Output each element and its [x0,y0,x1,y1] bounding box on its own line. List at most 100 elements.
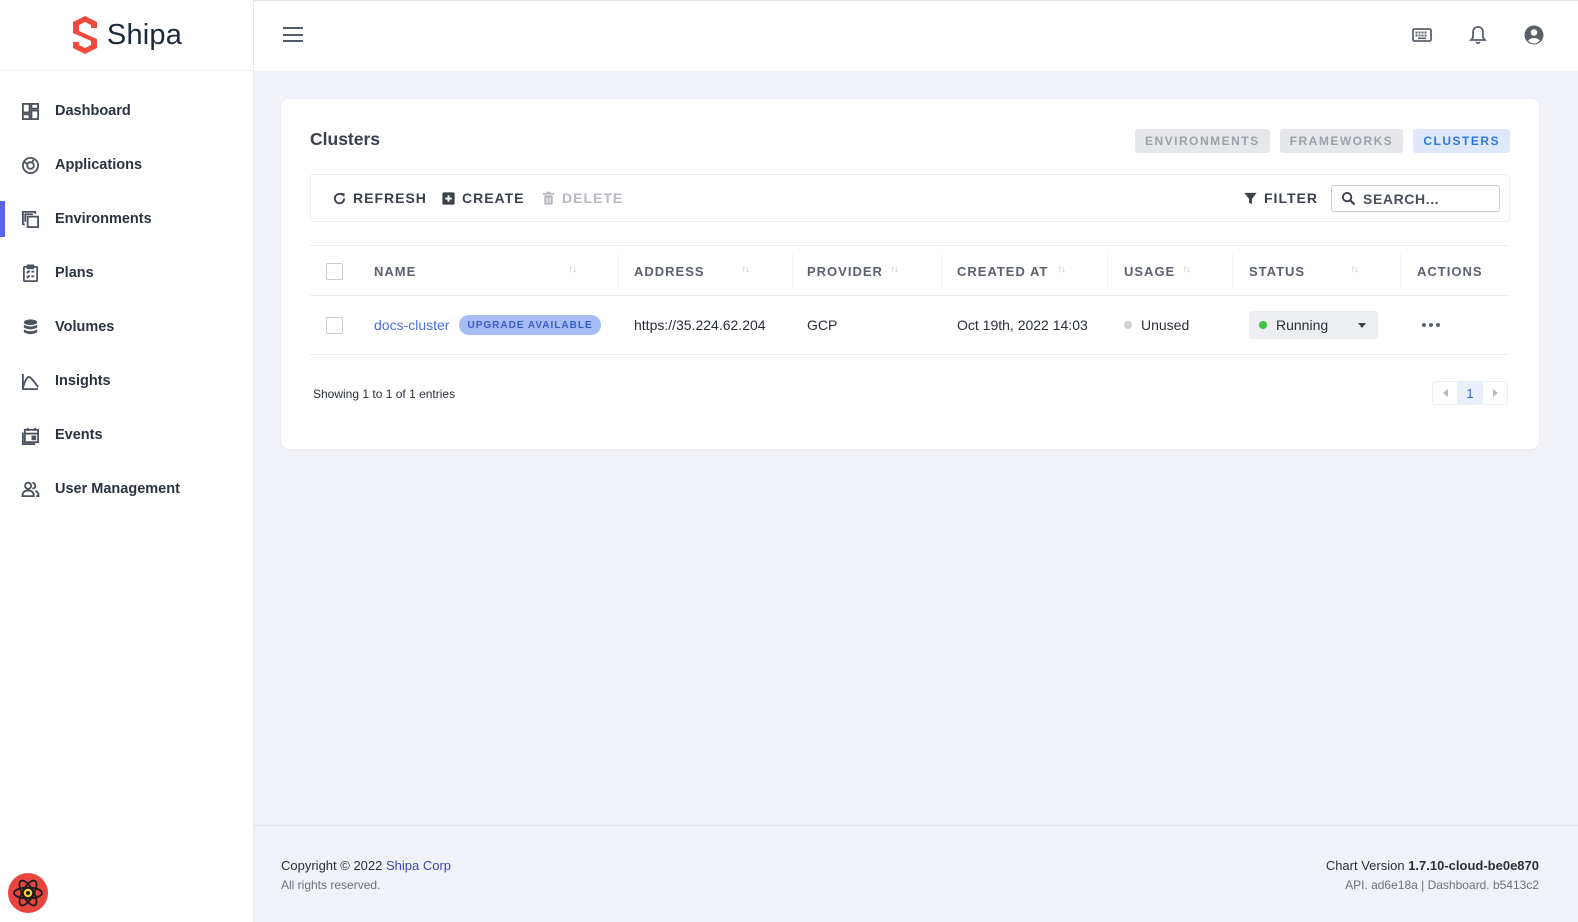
volumes-icon [20,317,40,337]
menu-icon[interactable] [283,27,303,45]
status-dropdown[interactable]: Running [1249,311,1378,339]
sidebar-item-dashboard[interactable]: Dashboard [0,84,253,138]
tab-frameworks[interactable]: FRAMEWORKS [1279,129,1404,153]
topbar-actions [1410,23,1546,47]
page-button[interactable]: 1 [1457,382,1483,404]
cluster-name-cell: docs-cluster UPGRADE AVAILABLE [374,296,601,354]
sidebar-item-user-management[interactable]: User Management [0,462,253,516]
page-title: Clusters [310,129,381,149]
column-divider [1232,254,1233,288]
sidebar-item-environments[interactable]: Environments [0,192,253,246]
copyright-text: Copyright © 2022 [281,858,383,873]
company-link[interactable]: Shipa Corp [386,858,451,873]
sidebar-item-volumes[interactable]: Volumes [0,300,253,354]
select-all-cell [326,246,343,296]
status-value: Running [1276,317,1329,333]
column-divider [941,254,942,288]
trash-icon [542,191,555,205]
sort-icon[interactable]: ↑↓ [1350,264,1359,275]
upgrade-badge[interactable]: UPGRADE AVAILABLE [459,315,601,335]
react-devtools-icon[interactable] [8,873,48,913]
sidebar-item-label: Environments [55,211,152,227]
create-button[interactable]: CREATE [441,175,525,221]
footer-copyright: Copyright © 2022 Shipa Corp All rights r… [281,857,451,895]
sidebar-item-label: Insights [55,373,111,389]
dashboard-icon [20,101,40,121]
select-all-checkbox[interactable] [326,262,343,280]
sort-icon[interactable]: ↑↓ [1182,264,1191,275]
refresh-button[interactable]: REFRESH [332,175,427,221]
events-icon [20,425,40,445]
clusters-card: Clusters ENVIRONMENTS FRAMEWORKS CLUSTER… [281,99,1539,449]
sidebar-item-label: Plans [55,265,94,281]
sidebar-item-insights[interactable]: Insights [0,354,253,408]
refresh-label: REFRESH [353,190,427,206]
sort-icon[interactable]: ↑↓ [1057,264,1066,275]
column-divider [1107,254,1108,288]
usage-dot-icon [1124,321,1132,329]
provider-cell: GCP [807,317,838,333]
bell-icon[interactable] [1466,23,1490,47]
sidebar-item-applications[interactable]: Applications [0,138,253,192]
column-header-name[interactable]: NAME [374,246,416,296]
section-tabs: ENVIRONMENTS FRAMEWORKS CLUSTERS [1134,129,1510,153]
filter-button[interactable]: FILTER [1243,175,1318,221]
sort-icon[interactable]: ↑↓ [568,264,577,275]
search-icon [1341,191,1356,206]
prev-page-button[interactable] [1433,382,1457,404]
sort-icon[interactable]: ↑↓ [741,264,750,275]
rights-text: All rights reserved. [281,878,381,892]
usage-value: Unused [1141,317,1190,333]
applications-icon [20,155,40,175]
clusters-table: NAME ↑↓ ADDRESS ↑↓ PROVIDER ↑↓ CREATED A… [310,245,1510,355]
tab-environments[interactable]: ENVIRONMENTS [1134,129,1270,153]
address-cell: https://35.224.62.204 [634,317,766,333]
pagination: 1 [1432,381,1508,405]
chart-version-label: Chart Version [1325,858,1405,873]
sort-icon[interactable]: ↑↓ [890,264,899,275]
environments-icon [20,209,40,229]
status-cell: Running [1249,296,1378,354]
brand-logo[interactable]: Shipa [0,0,253,71]
column-header-address[interactable]: ADDRESS [634,246,705,296]
delete-button[interactable]: DELETE [541,175,623,221]
sidebar-item-label: User Management [55,481,180,497]
table-toolbar: REFRESH CREATE DELETE FILTER [310,174,1510,222]
filter-label: FILTER [1264,190,1318,206]
usage-cell: Unused [1124,296,1189,354]
column-divider [792,254,793,288]
cluster-name-link[interactable]: docs-cluster [374,317,449,333]
next-page-button[interactable] [1483,382,1507,404]
footer-version: Chart Version 1.7.10-cloud-be0e870 API. … [1326,857,1539,895]
insights-icon [20,371,40,391]
tab-clusters[interactable]: CLUSTERS [1413,129,1510,153]
row-checkbox[interactable] [326,316,343,334]
sidebar-item-label: Events [55,427,103,443]
column-header-created-at[interactable]: CREATED AT [957,246,1048,296]
sidebar-item-label: Dashboard [55,103,131,119]
column-header-status[interactable]: STATUS [1249,246,1305,296]
delete-label: DELETE [562,190,624,206]
build-info: API. ad6e18a | Dashboard. b5413c2 [1345,878,1539,892]
plans-icon [20,263,40,283]
created-at-cell: Oct 19th, 2022 14:03 [957,317,1088,333]
column-header-provider[interactable]: PROVIDER [807,246,883,296]
more-actions-icon[interactable] [1420,317,1442,333]
chart-version-value: 1.7.10-cloud-be0e870 [1408,858,1539,873]
sidebar-item-events[interactable]: Events [0,408,253,462]
table-row: docs-cluster UPGRADE AVAILABLE https://3… [310,296,1510,355]
account-icon[interactable] [1522,23,1546,47]
column-header-actions: ACTIONS [1417,263,1483,279]
filter-icon [1244,192,1257,204]
brand-name: Shipa [106,18,183,51]
refresh-icon [333,192,346,204]
column-header-usage[interactable]: USAGE [1124,246,1175,296]
entries-info: Showing 1 to 1 of 1 entries [313,387,456,401]
table-header: NAME ↑↓ ADDRESS ↑↓ PROVIDER ↑↓ CREATED A… [310,245,1510,296]
sidebar-item-label: Applications [55,157,143,173]
search-input[interactable] [1363,190,1488,207]
chevron-right-icon [1492,389,1498,397]
keyboard-icon[interactable] [1410,23,1434,47]
chevron-left-icon [1442,389,1448,397]
sidebar-item-plans[interactable]: Plans [0,246,253,300]
